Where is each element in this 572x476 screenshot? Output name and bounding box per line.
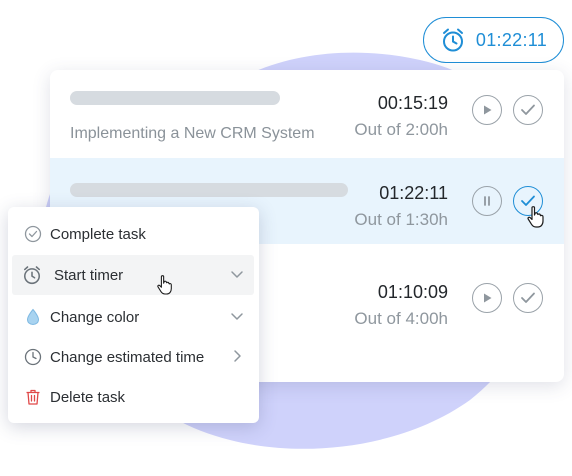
play-button[interactable] [472, 95, 502, 125]
play-button[interactable] [472, 283, 502, 313]
task-time: 01:22:11 [379, 183, 448, 203]
menu-item-label: Complete task [50, 225, 146, 243]
active-timer-pill[interactable]: 01:22:11 [423, 17, 564, 63]
task-title-placeholder [70, 183, 348, 197]
menu-item-label: Change color [50, 308, 140, 326]
task-time: 01:10:09 [377, 282, 448, 302]
menu-item-start-timer[interactable]: Start timer [12, 255, 254, 295]
check-icon [521, 104, 535, 115]
chevron-down-icon [231, 313, 243, 320]
menu-item-label: Delete task [50, 388, 126, 406]
menu-item-change-estimated-time[interactable]: Change estimated time [12, 337, 254, 377]
menu-item-label: Start timer [54, 266, 124, 284]
task-row[interactable]: Implementing a New CRM System 00:15:19 O… [50, 80, 564, 166]
alarm-clock-icon [24, 266, 40, 285]
task-context-menu: Complete task Start timer Change color C… [8, 207, 259, 423]
task-name: Implementing a New CRM System [70, 125, 315, 142]
hand-cursor-icon [527, 206, 544, 228]
task-time: 00:15:19 [377, 93, 448, 113]
task-estimate: Out of 4:00h [354, 309, 448, 328]
check-circle-icon [24, 225, 42, 243]
active-timer-value: 01:22:11 [475, 29, 548, 50]
chevron-right-icon [234, 350, 241, 362]
menu-item-delete-task[interactable]: Delete task [12, 377, 254, 417]
menu-item-change-color[interactable]: Change color [12, 297, 254, 337]
menu-item-label: Change estimated time [50, 348, 205, 366]
task-title-placeholder [70, 91, 280, 105]
play-icon [484, 105, 492, 115]
trash-icon [26, 389, 40, 405]
pause-button[interactable] [472, 186, 502, 216]
menu-item-complete-task[interactable]: Complete task [12, 214, 254, 254]
chevron-down-icon [231, 271, 243, 278]
task-estimate: Out of 1:30h [354, 210, 448, 229]
hand-cursor-icon [157, 275, 172, 295]
pause-icon [484, 196, 490, 206]
clock-icon [24, 348, 42, 366]
play-icon [484, 293, 492, 303]
complete-button[interactable] [513, 95, 543, 125]
alarm-clock-icon [442, 28, 463, 52]
task-estimate: Out of 2:00h [354, 120, 448, 139]
complete-button[interactable] [513, 283, 543, 313]
droplet-icon [26, 308, 40, 326]
check-icon [521, 292, 535, 303]
